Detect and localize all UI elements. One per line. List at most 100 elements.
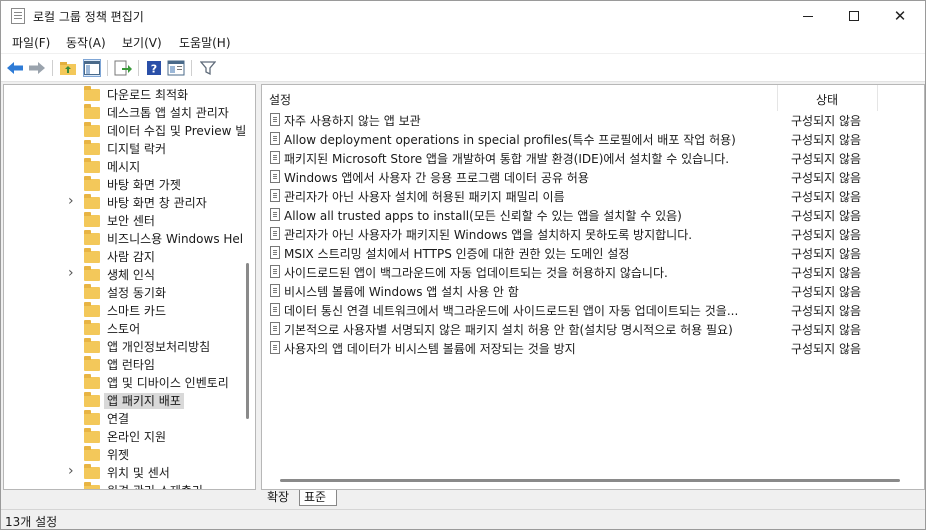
tree-item[interactable]: 데스크톱 앱 설치 관리자 <box>4 104 244 122</box>
close-button[interactable]: ✕ <box>877 1 923 31</box>
chevron-right-icon[interactable]: › <box>68 463 78 479</box>
tree-item-label: 생체 인식 <box>107 268 155 282</box>
tree-item-label: 다운로드 최적화 <box>107 88 189 102</box>
tree-item[interactable]: 앱 패키지 배포 <box>4 392 244 410</box>
setting-state: 구성되지 않음 <box>791 323 862 337</box>
tree-item[interactable]: 스토어 <box>4 320 244 338</box>
setting-state: 구성되지 않음 <box>791 209 862 223</box>
tree-item[interactable]: 앱 개인정보처리방침 <box>4 338 244 356</box>
help-icon: ? <box>147 61 161 76</box>
column-header-setting[interactable]: 설정 <box>262 85 778 111</box>
column-header-state[interactable]: 상태 <box>778 85 878 111</box>
setting-name: 사이드로드된 앱이 백그라운드에 자동 업데이트되는 것을 허용하지 않습니다. <box>284 266 668 280</box>
tree-item[interactable]: › 위치 및 센서 <box>4 463 244 482</box>
policy-setting-icon <box>270 189 280 202</box>
tree-item[interactable]: 보안 센터 <box>4 212 244 230</box>
setting-row[interactable]: 사용자의 앱 데이터가 비시스템 볼륨에 저장되는 것을 방지 구성되지 않음 <box>262 338 924 357</box>
tree-item-label: 스토어 <box>107 322 141 336</box>
setting-row[interactable]: Windows 앱에서 사용자 간 응용 프로그램 데이터 공유 허용 구성되지 … <box>262 167 924 186</box>
tree-item[interactable]: › 바탕 화면 창 관리자 <box>4 193 244 212</box>
policy-setting-icon <box>270 113 280 126</box>
menu-action[interactable]: 동작(A) <box>66 34 106 51</box>
filter-icon <box>200 61 216 76</box>
tree-item-label: 앱 및 디바이스 인벤토리 <box>107 376 229 390</box>
setting-row[interactable]: 기본적으로 사용자별 서명되지 않은 패키지 설치 허용 안 함(설치당 명시적… <box>262 319 924 338</box>
policy-setting-icon <box>270 227 280 240</box>
menu-help[interactable]: 도움말(H) <box>179 34 231 51</box>
setting-state: 구성되지 않음 <box>791 133 862 147</box>
minimize-button[interactable] <box>785 1 831 31</box>
tree-item[interactable]: › 생체 인식 <box>4 265 244 284</box>
show-hide-console-tree-button[interactable] <box>83 59 101 77</box>
minimize-icon <box>803 15 813 17</box>
menu-file[interactable]: 파일(F) <box>12 34 50 51</box>
list-horizontal-scrollbar[interactable] <box>280 479 900 482</box>
setting-row[interactable]: Allow all trusted apps to install(모든 신뢰할… <box>262 205 924 224</box>
chevron-right-icon[interactable]: › <box>68 193 78 209</box>
tab-standard[interactable]: 표준 <box>299 490 337 506</box>
setting-name: 기본적으로 사용자별 서명되지 않은 패키지 설치 허용 안 함(설치당 명시적… <box>284 323 733 337</box>
tree-item[interactable]: 앱 및 디바이스 인벤토리 <box>4 374 244 392</box>
tree-item[interactable]: 설정 동기화 <box>4 284 244 302</box>
tree-item-label: 데이터 수집 및 Preview 빌 <box>107 124 247 138</box>
tree-item-label: 위젯 <box>107 448 130 462</box>
folder-icon <box>84 464 100 479</box>
tree-item[interactable]: 디지털 락커 <box>4 140 244 158</box>
setting-row[interactable]: 관리자가 아닌 사용자가 패키지된 Windows 앱을 설치하지 못하도록 방… <box>262 224 924 243</box>
column-header-setting-label: 설정 <box>269 93 292 107</box>
tree-item[interactable]: 메시지 <box>4 158 244 176</box>
setting-state: 구성되지 않음 <box>791 228 862 242</box>
setting-row[interactable]: 패키지된 Microsoft Store 앱을 개발하여 통합 개발 환경(ID… <box>262 148 924 167</box>
tree-item[interactable]: 데이터 수집 및 Preview 빌 <box>4 122 246 140</box>
folder-icon <box>84 374 100 389</box>
policy-setting-icon <box>270 170 280 183</box>
tree-item[interactable]: 원격 관리 소제출리 <box>4 482 244 489</box>
tree-item[interactable]: 비즈니스용 Windows Hel <box>4 230 244 248</box>
folder-icon <box>84 356 100 371</box>
tree-item[interactable]: 앱 런타임 <box>4 356 244 374</box>
setting-row[interactable]: 자주 사용하지 않는 앱 보관 구성되지 않음 <box>262 110 924 129</box>
setting-row[interactable]: Allow deployment operations in special p… <box>262 129 924 148</box>
setting-row[interactable]: 관리자가 아닌 사용자 설치에 허용된 패키지 패밀리 이름 구성되지 않음 <box>262 186 924 205</box>
svg-text:?: ? <box>151 63 157 76</box>
setting-state: 구성되지 않음 <box>791 190 862 204</box>
forward-button[interactable] <box>28 59 46 77</box>
forward-arrow-icon <box>29 62 45 74</box>
setting-name: 비시스템 볼륨에 Windows 앱 설치 사용 안 함 <box>284 285 519 299</box>
folder-icon <box>84 266 100 281</box>
tab-extended[interactable]: 확장 <box>263 490 297 506</box>
tree-item[interactable]: 온라인 지원 <box>4 428 244 446</box>
tree-vertical-scrollbar[interactable] <box>246 263 249 419</box>
console-tree[interactable]: 다운로드 최적화데스크톱 앱 설치 관리자데이터 수집 및 Preview 빌디… <box>3 84 256 490</box>
folder-icon <box>84 194 100 209</box>
chevron-right-icon[interactable]: › <box>68 265 78 281</box>
setting-row[interactable]: 비시스템 볼륨에 Windows 앱 설치 사용 안 함 구성되지 않음 <box>262 281 924 300</box>
tree-item[interactable]: 스마트 카드 <box>4 302 244 320</box>
show-hide-tree-icon <box>84 61 100 75</box>
tree-item[interactable]: 사람 감지 <box>4 248 244 266</box>
tree-item-label: 앱 런타임 <box>107 358 155 372</box>
help-button[interactable]: ? <box>145 59 163 77</box>
tree-item[interactable]: 다운로드 최적화 <box>4 86 244 104</box>
properties-button[interactable] <box>167 59 185 77</box>
maximize-button[interactable] <box>831 1 877 31</box>
export-list-button[interactable] <box>114 59 132 77</box>
app-window: 로컬 그룹 정책 편집기 ✕ 파일(F) 동작(A) 보기(V) 도움말(H) <box>0 0 926 530</box>
tree-item-label: 스마트 카드 <box>107 304 167 318</box>
setting-row[interactable]: MSIX 스트리밍 설치에서 HTTPS 인증에 대한 권한 있는 도메인 설정… <box>262 243 924 262</box>
setting-row[interactable]: 사이드로드된 앱이 백그라운드에 자동 업데이트되는 것을 허용하지 않습니다.… <box>262 262 924 281</box>
folder-icon <box>84 158 100 173</box>
setting-row[interactable]: 데이터 통신 연결 네트워크에서 백그라운드에 사이드로드된 앱이 자동 업데이… <box>262 300 924 319</box>
tree-item[interactable]: 위젯 <box>4 446 244 464</box>
tree-item-label: 보안 센터 <box>107 214 155 228</box>
tree-item[interactable]: 바탕 화면 가젯 <box>4 176 244 194</box>
up-one-level-button[interactable] <box>59 59 77 77</box>
filter-button[interactable] <box>199 59 217 77</box>
menu-view[interactable]: 보기(V) <box>122 34 162 51</box>
tree-item[interactable]: 연결 <box>4 410 244 428</box>
setting-name: Allow deployment operations in special p… <box>284 133 736 147</box>
tree-item-label: 위치 및 센서 <box>107 466 170 480</box>
back-button[interactable] <box>6 59 24 77</box>
folder-icon <box>84 86 100 101</box>
settings-list: 설정 상태 자주 사용하지 않는 앱 보관 구성되지 않음 Allow deploy… <box>261 84 925 490</box>
